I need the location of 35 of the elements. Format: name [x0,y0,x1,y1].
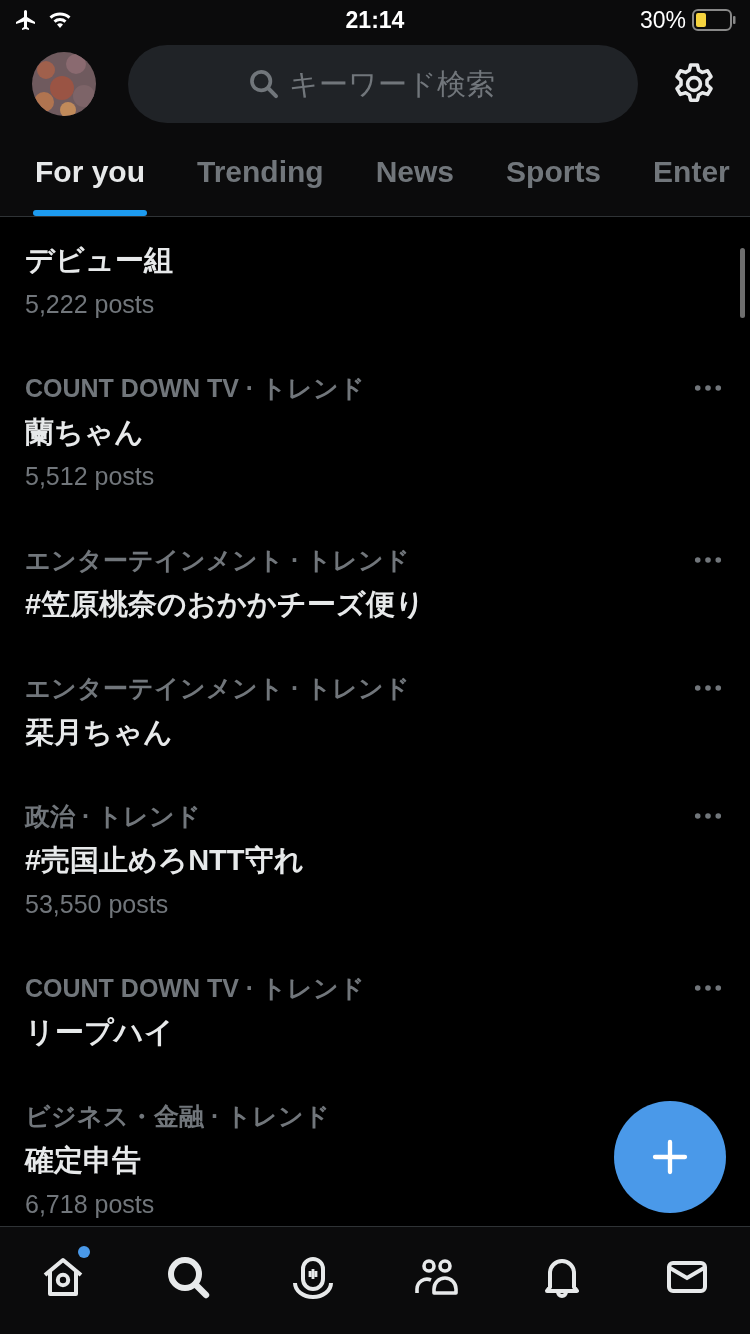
more-icon[interactable] [694,984,722,992]
more-icon[interactable] [694,556,722,564]
tab[interactable]: News [362,128,468,216]
trend-title[interactable]: リープハイ [25,1016,174,1048]
more-icon[interactable] [694,384,722,392]
post-count: 6,718 posts [25,1190,155,1218]
status-time: 21:14 [345,6,405,34]
battery-percent: 30% [639,6,686,34]
tab[interactable]: For you [22,128,158,216]
trend-title[interactable]: #売国止めろNTT守れ [25,844,304,876]
trend-context: COUNT DOWN TV · トレンド [25,972,366,1004]
trend-title[interactable]: 栞月ちゃん [25,716,173,748]
trend-context: COUNT DOWN TV · トレンド [25,372,366,404]
search-icon [247,67,281,101]
tab[interactable]: Enter [640,128,743,216]
more-icon[interactable] [694,812,722,820]
trend-title[interactable]: デビュー組 [25,244,173,276]
scrollbar [740,248,745,318]
airplane-icon [14,8,38,32]
tab[interactable]: Sports [493,128,615,216]
plus-icon [650,1137,690,1177]
more-icon[interactable] [694,684,722,692]
search-field[interactable]: キーワード検索 [289,67,519,101]
trend-context: 政治 · トレンド [25,800,202,832]
battery-icon [692,9,736,31]
post-count: 53,550 posts [25,890,169,918]
post-count: 5,222 posts [25,290,155,318]
trend-title[interactable]: 蘭ちゃん [25,416,144,448]
trend-title[interactable]: 確定申告 [25,1144,141,1176]
trend-context: ビジネス・金融 · トレンド [25,1100,331,1132]
trend-title[interactable]: #笠原桃奈のおかかチーズ便り [25,588,426,620]
trend-context: エンターテインメント · トレンド [25,672,411,704]
trend-context: エンターテインメント · トレンド [25,544,411,576]
tab[interactable]: Trending [184,128,337,216]
post-count: 5,512 posts [25,462,155,490]
